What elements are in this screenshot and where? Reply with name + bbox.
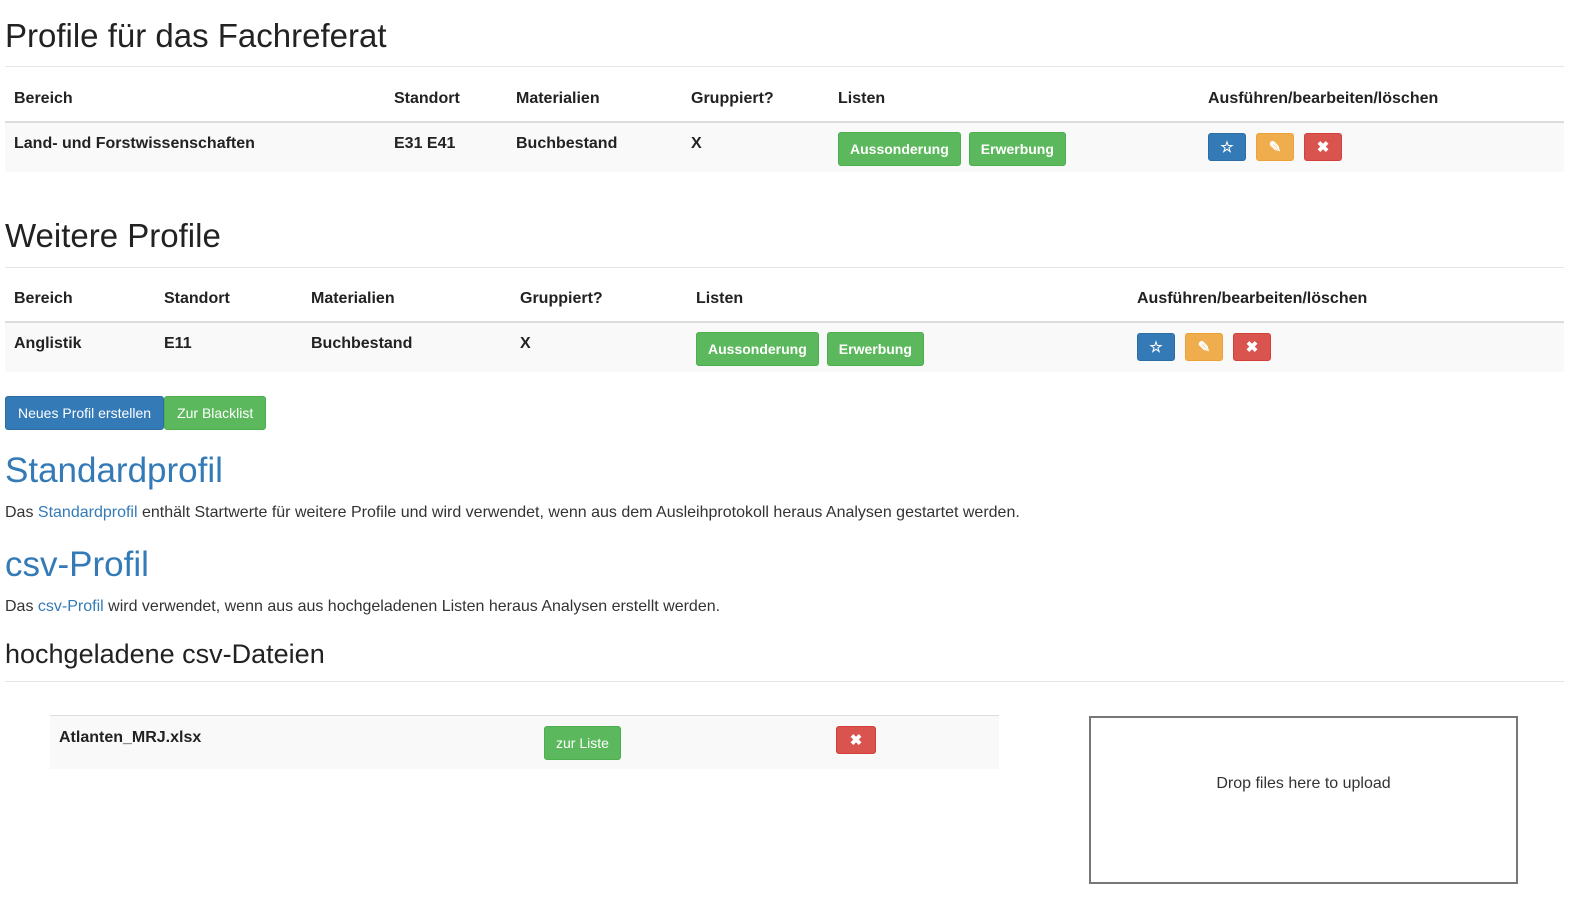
cell-listen: Aussonderung Erwerbung — [687, 322, 1128, 372]
weitere-profiles-table: Bereich Standort Materialien Gruppiert? … — [5, 277, 1564, 372]
zur-liste-button[interactable]: zur Liste — [544, 726, 621, 760]
close-icon: ✖ — [1316, 139, 1330, 156]
column-header-actions: Ausführen/bearbeiten/löschen — [1128, 277, 1564, 323]
profile-actions: Neues Profil erstellen Zur Blacklist — [5, 396, 267, 430]
cell-materialien: Buchbestand — [507, 122, 682, 172]
column-header-gruppiert: Gruppiert? — [511, 277, 687, 323]
cell-listen: Aussonderung Erwerbung — [829, 122, 1199, 172]
delete-profile-button[interactable]: ✖ — [1233, 333, 1271, 361]
blacklist-button[interactable]: Zur Blacklist — [164, 396, 267, 430]
desc-prefix: Das — [5, 504, 38, 521]
erwerbung-button[interactable]: Erwerbung — [968, 132, 1066, 166]
divider — [5, 66, 1564, 67]
standardprofil-description: Das Standardprofil enthält Startwerte fü… — [5, 504, 1020, 522]
csvprofil-heading-link[interactable]: csv-Profil — [5, 547, 149, 582]
column-header-bereich: Bereich — [5, 77, 385, 123]
delete-profile-button[interactable]: ✖ — [1304, 133, 1342, 161]
run-profile-button[interactable]: ☆ — [1137, 333, 1175, 361]
edit-profile-button[interactable]: ✎ — [1256, 133, 1294, 161]
edit-icon: ✎ — [1197, 339, 1211, 356]
dropzone-text: Drop files here to upload — [1216, 775, 1391, 792]
column-header-materialien: Materialien — [302, 277, 511, 323]
file-dropzone[interactable]: Drop files here to upload — [1089, 716, 1518, 884]
cell-bereich: Land- und Forstwissenschaften — [5, 122, 385, 172]
section-title-fachreferat: Profile für das Fachreferat — [5, 17, 387, 54]
close-icon: ✖ — [1245, 339, 1259, 356]
cell-actions: ☆ ✎ ✖ — [1199, 122, 1564, 172]
list-item: Atlanten_MRJ.xlsx zur Liste ✖ — [50, 715, 999, 769]
desc-prefix: Das — [5, 598, 38, 615]
column-header-standort: Standort — [155, 277, 302, 323]
cell-materialien: Buchbestand — [302, 322, 511, 372]
edit-icon: ✎ — [1268, 139, 1282, 156]
csvprofil-link[interactable]: csv-Profil — [38, 598, 104, 615]
cell-standort: E31 E41 — [385, 122, 507, 172]
delete-file-button[interactable]: ✖ — [836, 726, 876, 754]
csvprofil-description: Das csv-Profil wird verwendet, wenn aus … — [5, 598, 720, 616]
table-row: Land- und Forstwissenschaften E31 E41 Bu… — [5, 122, 1564, 172]
column-header-listen: Listen — [687, 277, 1128, 323]
cell-gruppiert: X — [682, 122, 829, 172]
file-name: Atlanten_MRJ.xlsx — [59, 729, 202, 746]
desc-suffix: enthält Startwerte für weitere Profile u… — [137, 504, 1020, 521]
new-profile-button[interactable]: Neues Profil erstellen — [5, 396, 165, 430]
column-header-listen: Listen — [829, 77, 1199, 123]
run-profile-button[interactable]: ☆ — [1208, 133, 1246, 161]
table-row: Anglistik E11 Buchbestand X Aussonderung… — [5, 322, 1564, 372]
uploads-heading: hochgeladene csv-Dateien — [5, 639, 325, 669]
cell-bereich: Anglistik — [5, 322, 155, 372]
aussonderung-button[interactable]: Aussonderung — [838, 132, 961, 166]
section-title-weitere: Weitere Profile — [5, 217, 221, 254]
cell-actions: ☆ ✎ ✖ — [1128, 322, 1564, 372]
close-icon: ✖ — [849, 732, 863, 749]
standardprofil-heading-link[interactable]: Standardprofil — [5, 453, 223, 488]
cell-standort: E11 — [155, 322, 302, 372]
erwerbung-button[interactable]: Erwerbung — [826, 332, 924, 366]
column-header-bereich: Bereich — [5, 277, 155, 323]
aussonderung-button[interactable]: Aussonderung — [696, 332, 819, 366]
cell-gruppiert: X — [511, 322, 687, 372]
column-header-actions: Ausführen/bearbeiten/löschen — [1199, 77, 1564, 123]
column-header-materialien: Materialien — [507, 77, 682, 123]
star-icon: ☆ — [1220, 139, 1234, 156]
divider — [5, 681, 1564, 682]
fachreferat-profiles-table: Bereich Standort Materialien Gruppiert? … — [5, 77, 1564, 172]
edit-profile-button[interactable]: ✎ — [1185, 333, 1223, 361]
star-icon: ☆ — [1149, 339, 1163, 356]
table-header-row: Bereich Standort Materialien Gruppiert? … — [5, 277, 1564, 323]
table-header-row: Bereich Standort Materialien Gruppiert? … — [5, 77, 1564, 123]
divider — [5, 267, 1564, 268]
column-header-standort: Standort — [385, 77, 507, 123]
column-header-gruppiert: Gruppiert? — [682, 77, 829, 123]
standardprofil-link[interactable]: Standardprofil — [38, 504, 138, 521]
desc-suffix: wird verwendet, wenn aus aus hochgeladen… — [103, 598, 721, 615]
